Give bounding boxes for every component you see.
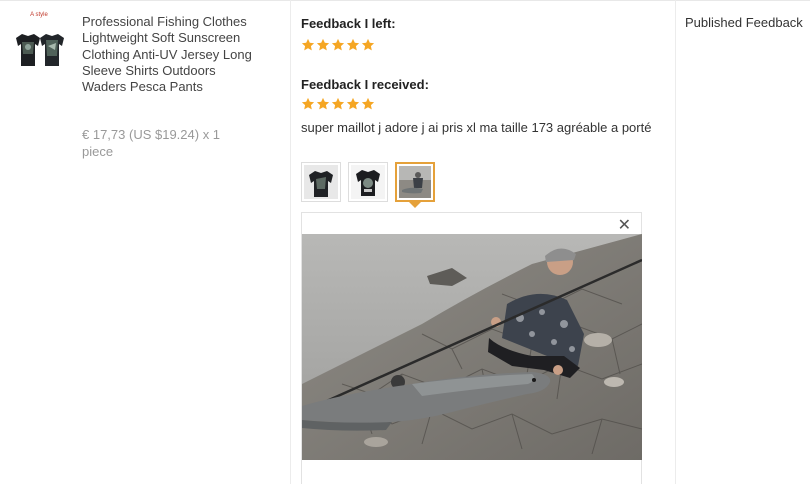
thumbnail-caption: A style: [30, 12, 48, 18]
feedback-received-rating: [301, 97, 375, 113]
star-icon: [301, 97, 315, 110]
star-icon: [346, 97, 360, 110]
fishing-photo-image: [399, 166, 431, 198]
star-icon: [331, 38, 345, 51]
star-icon: [301, 38, 315, 51]
jersey-photo-image: [351, 165, 385, 199]
star-icon: [361, 38, 375, 51]
photo-thumbnail-1[interactable]: [301, 162, 341, 202]
active-photo-pointer: [409, 202, 421, 208]
jersey-photo-image: [304, 165, 338, 199]
published-feedback-heading: Published Feedback: [685, 15, 803, 30]
photo-preview-panel: ✕: [301, 212, 642, 484]
top-divider: [0, 0, 810, 1]
product-price: € 17,73 (US $19.24) x 1 piece: [82, 127, 221, 159]
close-icon[interactable]: ✕: [618, 217, 631, 235]
catfish-photo: [302, 234, 642, 460]
feedback-left-heading: Feedback I left:: [301, 16, 396, 31]
photo-thumbnail-2[interactable]: [348, 162, 388, 202]
product-title[interactable]: Professional Fishing Clothes Lightweight…: [82, 14, 252, 95]
column-divider-1: [290, 0, 291, 484]
feedback-comment: super maillot j adore j ai pris xl ma ta…: [301, 120, 652, 135]
feedback-left-rating: [301, 38, 375, 54]
jersey-image: [16, 34, 64, 66]
star-icon: [346, 38, 360, 51]
feedback-photo-thumbnails: [301, 162, 435, 208]
column-divider-2: [675, 0, 676, 484]
photo-thumbnail-3[interactable]: [395, 162, 435, 208]
star-icon: [331, 97, 345, 110]
star-icon: [316, 38, 330, 51]
product-thumbnail[interactable]: A style: [8, 12, 70, 72]
star-icon: [316, 97, 330, 110]
feedback-received-heading: Feedback I received:: [301, 77, 429, 92]
star-icon: [361, 97, 375, 110]
